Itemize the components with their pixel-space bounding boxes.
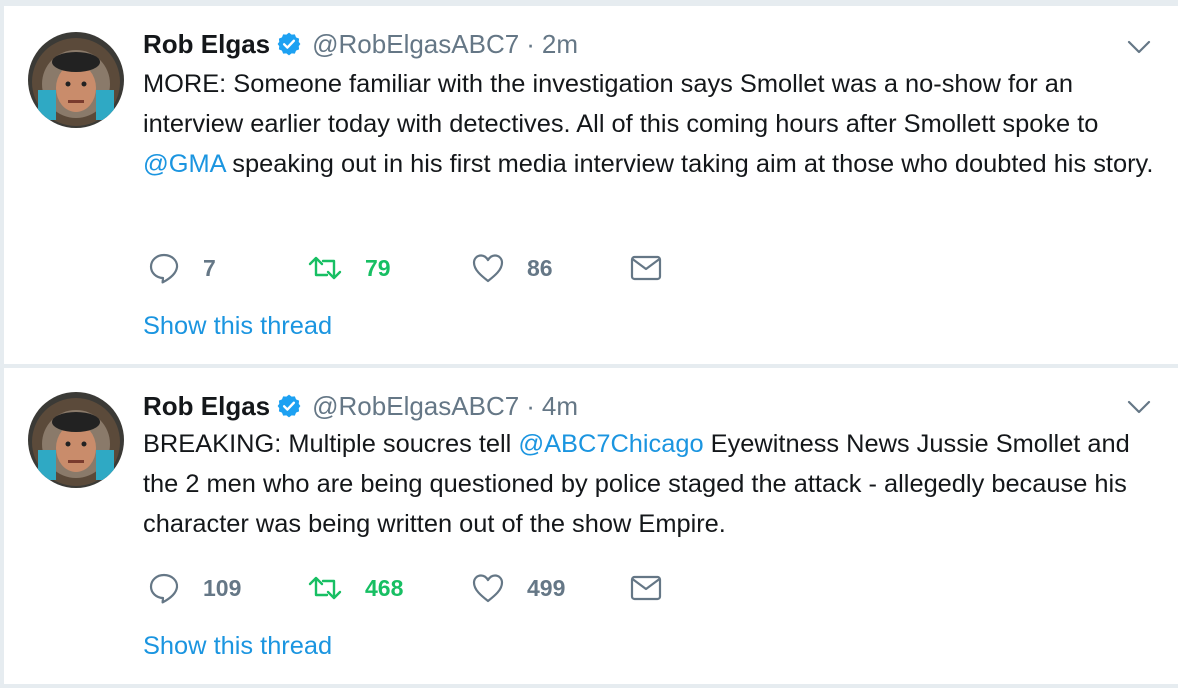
reply-icon: [149, 573, 179, 604]
envelope-icon: [630, 255, 662, 281]
reply-icon: [149, 253, 179, 284]
heart-icon: [472, 574, 504, 603]
tweet-header: Rob Elgas @RobElgasABC7 · 4m: [143, 388, 578, 424]
envelope-icon: [630, 575, 662, 601]
reply-button[interactable]: 7: [147, 248, 216, 288]
tweet[interactable]: Rob Elgas @RobElgasABC7 · 2m MORE: Someo…: [4, 6, 1178, 364]
tweet[interactable]: Rob Elgas @RobElgasABC7 · 4m BREAKING: M…: [4, 368, 1178, 684]
retweet-icon: [308, 256, 342, 280]
tweet-header: Rob Elgas @RobElgasABC7 · 2m: [143, 26, 578, 62]
like-count: 86: [527, 254, 553, 281]
timestamp[interactable]: 4m: [542, 391, 578, 422]
time-separator: ·: [526, 28, 535, 59]
tweet-actions: 7 79 86: [147, 248, 707, 288]
author-name[interactable]: Rob Elgas: [143, 29, 270, 60]
author-name[interactable]: Rob Elgas: [143, 391, 270, 422]
retweet-button[interactable]: 79: [307, 248, 391, 288]
timestamp[interactable]: 2m: [542, 29, 578, 60]
author-handle[interactable]: @RobElgasABC7: [312, 391, 519, 422]
author-handle[interactable]: @RobElgasABC7: [312, 29, 519, 60]
chevron-down-icon[interactable]: [1126, 398, 1152, 416]
verified-badge-icon: [276, 31, 302, 57]
mention-link[interactable]: @GMA: [143, 150, 225, 178]
avatar[interactable]: [28, 392, 124, 488]
retweet-count: 468: [365, 574, 404, 601]
tweet-actions: 109 468 499: [147, 568, 707, 608]
show-thread-link[interactable]: Show this thread: [143, 632, 332, 661]
reply-button[interactable]: 109: [147, 568, 241, 608]
like-count: 499: [527, 574, 566, 601]
verified-badge-icon: [276, 393, 302, 419]
tweet-text: BREAKING: Multiple soucres tell @ABC7Chi…: [143, 424, 1163, 544]
mention-link[interactable]: @ABC7Chicago: [518, 430, 703, 458]
direct-message-button[interactable]: [629, 568, 663, 608]
retweet-icon: [308, 576, 342, 600]
time-separator: ·: [526, 390, 535, 421]
show-thread-link[interactable]: Show this thread: [143, 312, 332, 341]
timeline: Rob Elgas @RobElgasABC7 · 2m MORE: Someo…: [0, 0, 1178, 688]
like-button[interactable]: 499: [471, 568, 565, 608]
tweet-text: MORE: Someone familiar with the investig…: [143, 64, 1163, 184]
tweet-text-part: BREAKING: Multiple soucres tell: [143, 430, 519, 458]
retweet-count: 79: [365, 254, 391, 281]
retweet-button[interactable]: 468: [307, 568, 403, 608]
heart-icon: [472, 254, 504, 283]
tweet-text-part: speaking out in his first media intervie…: [225, 150, 1154, 178]
like-button[interactable]: 86: [471, 248, 553, 288]
chevron-down-icon[interactable]: [1126, 38, 1152, 56]
reply-count: 109: [203, 574, 242, 601]
reply-count: 7: [203, 254, 216, 281]
tweet-text-part: MORE: Someone familiar with the investig…: [143, 70, 1099, 138]
direct-message-button[interactable]: [629, 248, 663, 288]
avatar[interactable]: [28, 32, 124, 128]
